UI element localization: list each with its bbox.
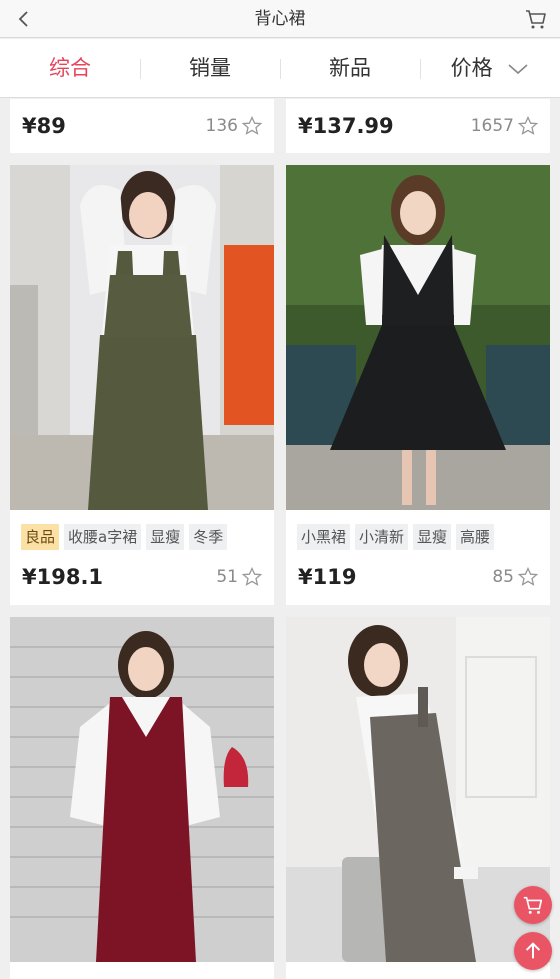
page-title: 背心裙 bbox=[254, 9, 306, 29]
product-image bbox=[286, 617, 550, 962]
cart-icon bbox=[523, 896, 543, 914]
like-count: 85 bbox=[492, 567, 514, 587]
product-card[interactable]: ¥89 136 bbox=[10, 99, 274, 153]
star-icon bbox=[518, 567, 538, 586]
price-row: ¥119 85 bbox=[298, 562, 538, 592]
tag-list: 小黑裙 小清新 显瘦 高腰 bbox=[297, 524, 495, 550]
cart-float-button[interactable] bbox=[514, 886, 552, 924]
sort-bar: 综合 销量 新品 价格 bbox=[0, 39, 560, 98]
chevron-down-icon bbox=[508, 63, 528, 74]
tab-label: 价格 bbox=[450, 55, 493, 80]
favorite-count[interactable]: 51 bbox=[216, 567, 262, 587]
product-card[interactable]: 小黑裙 小清新 显瘦 高腰 ¥119 85 bbox=[286, 165, 550, 605]
tag: 显瘦 bbox=[413, 524, 452, 550]
star-icon bbox=[518, 116, 538, 135]
like-count: 1657 bbox=[470, 116, 514, 136]
tab-label: 销量 bbox=[189, 55, 231, 80]
price-row: ¥89 136 bbox=[22, 111, 262, 141]
tag: 小清新 bbox=[355, 524, 409, 550]
favorite-count[interactable]: 85 bbox=[492, 567, 538, 587]
price: ¥198.1 bbox=[22, 565, 104, 589]
tag-list: 良品 收腰a字裙 显瘦 冬季 bbox=[21, 524, 228, 550]
price: ¥119 bbox=[298, 565, 357, 589]
top-bar: 背心裙 bbox=[0, 0, 560, 38]
product-card[interactable] bbox=[286, 617, 550, 979]
tab-label: 综合 bbox=[49, 55, 91, 80]
like-count: 51 bbox=[216, 567, 238, 587]
product-card[interactable] bbox=[10, 617, 274, 979]
tab-sales[interactable]: 销量 bbox=[140, 39, 280, 98]
product-image bbox=[286, 165, 550, 510]
product-image bbox=[10, 617, 274, 962]
product-card[interactable]: 良品 收腰a字裙 显瘦 冬季 ¥198.1 51 bbox=[10, 165, 274, 605]
product-card[interactable]: ¥137.99 1657 bbox=[286, 99, 550, 153]
tab-label: 新品 bbox=[329, 55, 371, 80]
arrow-up-icon bbox=[525, 942, 541, 959]
price-row: ¥137.99 1657 bbox=[298, 111, 538, 141]
star-icon bbox=[242, 116, 262, 135]
product-grid: ¥89 136 ¥137.99 1657 良品 收腰a字裙 显瘦 冬季 ¥198… bbox=[0, 99, 560, 979]
cart-icon[interactable] bbox=[524, 7, 548, 31]
tag: 显瘦 bbox=[146, 524, 185, 550]
favorite-count[interactable]: 136 bbox=[206, 116, 262, 136]
price: ¥137.99 bbox=[298, 114, 394, 138]
price-row: ¥198.1 51 bbox=[22, 562, 262, 592]
tab-comprehensive[interactable]: 综合 bbox=[0, 39, 140, 98]
favorite-count[interactable]: 1657 bbox=[471, 116, 538, 136]
product-image bbox=[10, 165, 274, 510]
tab-new[interactable]: 新品 bbox=[280, 39, 420, 98]
price: ¥89 bbox=[22, 114, 66, 138]
scroll-top-button[interactable] bbox=[514, 932, 552, 970]
tag: 收腰a字裙 bbox=[64, 524, 142, 550]
tag: 冬季 bbox=[189, 524, 228, 550]
tag: 良品 bbox=[21, 524, 60, 550]
tab-price[interactable]: 价格 bbox=[420, 39, 560, 98]
tag: 小黑裙 bbox=[297, 524, 351, 550]
tag: 高腰 bbox=[456, 524, 495, 550]
like-count: 136 bbox=[205, 116, 238, 136]
star-icon bbox=[242, 567, 262, 586]
